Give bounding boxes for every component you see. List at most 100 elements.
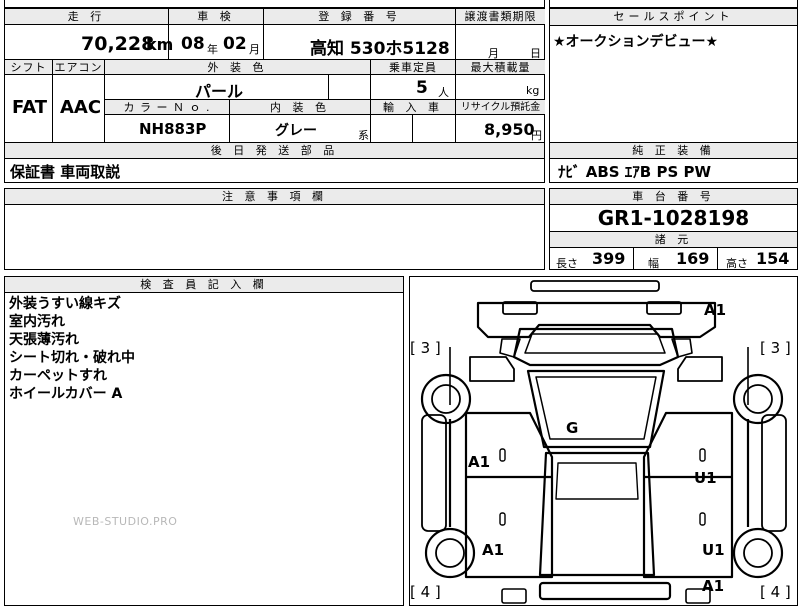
height-value: 154 [756, 249, 790, 268]
handle-lf [499, 448, 506, 462]
mark-right-rear-wheel: U1 [702, 541, 725, 559]
roof-line-1 [555, 462, 639, 500]
hood-inner [524, 333, 666, 354]
equipment-value: ﾅﾋﾞ ABS ｴｱB PS PW [558, 163, 712, 181]
mark-rear-bumper: A1 [702, 577, 725, 595]
car-diagram [420, 280, 787, 604]
import-header: 輸 入 車 [371, 100, 456, 115]
registration-value: 高知 530ホ5128 [310, 39, 450, 59]
recycle-cell: 8,950 円 [456, 115, 545, 143]
max-load-header: 最大積載量 [456, 60, 545, 75]
wheel-lf-inner [431, 384, 461, 414]
mileage-cell: 70,228 km [5, 25, 173, 60]
shift-cell: FAT [5, 75, 53, 143]
capacity-header: 乗車定員 [371, 60, 456, 75]
transfer-header: 譲渡書類期限 [456, 9, 545, 25]
mark-front-bumper: A1 [704, 301, 727, 319]
handle-rf [699, 448, 706, 462]
shift-value: FAT [12, 97, 48, 118]
mark-left-front-door: A1 [468, 453, 491, 471]
inspection-month: 02 [223, 34, 247, 54]
recycle-value: 8,950 [484, 120, 535, 139]
max-load-unit: kg [526, 84, 540, 97]
aircon-value: AAC [60, 97, 102, 118]
tire-mark-rf: [ 3 ] [760, 339, 791, 357]
tire-mark-rr: [ 4 ] [760, 583, 791, 601]
registration-cell: 高知 530ホ5128 [264, 25, 456, 60]
inspector-notes: 外装うすい線キズ 室内汚れ 天張薄汚れ シート切れ・破れ中 カーペットすれ ホイ… [9, 295, 135, 403]
wheel-rf [732, 373, 784, 425]
capacity-unit: 人 [438, 86, 449, 99]
exterior-color-value: パール [195, 82, 244, 101]
length-value: 399 [592, 249, 626, 268]
color-no-header: カ ラ ー Ｎ ｏ . [105, 100, 230, 115]
width-value: 169 [676, 249, 710, 268]
notes-block: 注 意 事 項 欄 [4, 188, 545, 270]
wheel-rr [732, 527, 784, 579]
mirror-right [677, 356, 723, 382]
inspector-note: 外装うすい線キズ [9, 296, 121, 312]
chassis-header: 車 台 番 号 [550, 189, 797, 205]
inspection-header: 車 検 [169, 9, 264, 25]
windshield-inner [535, 376, 657, 440]
inspector-note: 天張薄汚れ [9, 332, 79, 348]
capacity-value: 5 [416, 78, 428, 98]
handle-lr [499, 512, 506, 526]
vehicle-info-block: 走 行 車 検 登 録 番 号 譲渡書類期限 70,228 km 08 年 02… [4, 8, 545, 143]
inspector-note: カーペットすれ [9, 368, 107, 384]
interior-color-header: 内 装 色 [230, 100, 371, 115]
equipment-block: 純 正 装 備 ﾅﾋﾞ ABS ｴｱB PS PW [549, 142, 798, 183]
transfer-cell: 月 日 [456, 25, 545, 60]
left-step [421, 414, 447, 532]
notes-header: 注 意 事 項 欄 [5, 189, 544, 205]
mark-left-rear-wheel: A1 [482, 541, 505, 559]
dims-header: 諸 元 [550, 231, 797, 248]
handle-rr [699, 512, 706, 526]
tire-mark-lf: [ 3 ] [410, 339, 441, 357]
chassis-block: 車 台 番 号 GR1-1028198 諸 元 長さ 399 幅 169 高さ … [549, 188, 798, 270]
inspector-note: 室内汚れ [9, 314, 65, 330]
car-diagram-block: A1 G A1 U1 A1 U1 A1 [ 3 ] [ 3 ] [ 4 ] [ … [409, 276, 798, 606]
top-strip [4, 0, 545, 8]
interior-color-value: グレー [275, 123, 317, 139]
exterior-color-cell: パール [105, 75, 329, 101]
transfer-month-unit: 月 [488, 47, 499, 60]
recycle-unit: 円 [531, 129, 542, 142]
inspector-header: 検 査 員 記 入 欄 [5, 277, 403, 293]
followup-parts-block: 後 日 発 送 部 品 保証書 車両取説 [4, 142, 545, 183]
capacity-cell: 5 人 [371, 75, 456, 100]
windshield [526, 369, 666, 449]
exterior-color-header: 外 装 色 [105, 60, 371, 75]
tire-mark-lr: [ 4 ] [410, 583, 441, 601]
import-cell-b [413, 115, 456, 143]
aircon-cell: AAC [53, 75, 105, 143]
sales-point-header: セールスポイント [550, 9, 797, 26]
followup-header: 後 日 発 送 部 品 [5, 143, 544, 159]
inspection-year: 08 [181, 34, 205, 54]
front-bumper [476, 301, 717, 339]
front-bumper-outline [530, 280, 660, 292]
recycle-header: リサイクル預託金 [456, 100, 545, 115]
color-no-cell: NH883P [105, 115, 230, 143]
exterior-color-extra [329, 75, 371, 100]
length-label: 長さ [556, 257, 578, 270]
sales-point-value: ★オークションデビュー★ [553, 34, 719, 50]
rear-lamp-left [501, 588, 527, 604]
followup-value: 保証書 車両取説 [10, 163, 121, 181]
right-step [761, 414, 787, 532]
inspector-note: シート切れ・破れ中 [9, 350, 135, 366]
inspection-month-unit: 月 [249, 43, 260, 56]
registration-header: 登 録 番 号 [264, 9, 456, 25]
inspector-note: ホイールカバー A [9, 386, 123, 402]
mileage-value: 70,228 [81, 33, 155, 55]
mirror-left [469, 356, 515, 382]
wheel-rr-inner [743, 538, 773, 568]
mark-windshield: G [566, 419, 579, 437]
left-body [464, 411, 554, 579]
interior-color-cell: グレー 系 [230, 115, 371, 143]
import-cell-a [371, 115, 413, 143]
wheel-lf [420, 373, 472, 425]
shift-header: シフト [5, 60, 53, 75]
sales-point-block: セールスポイント ★オークションデビュー★ [549, 8, 798, 143]
mileage-header: 走 行 [5, 9, 169, 25]
